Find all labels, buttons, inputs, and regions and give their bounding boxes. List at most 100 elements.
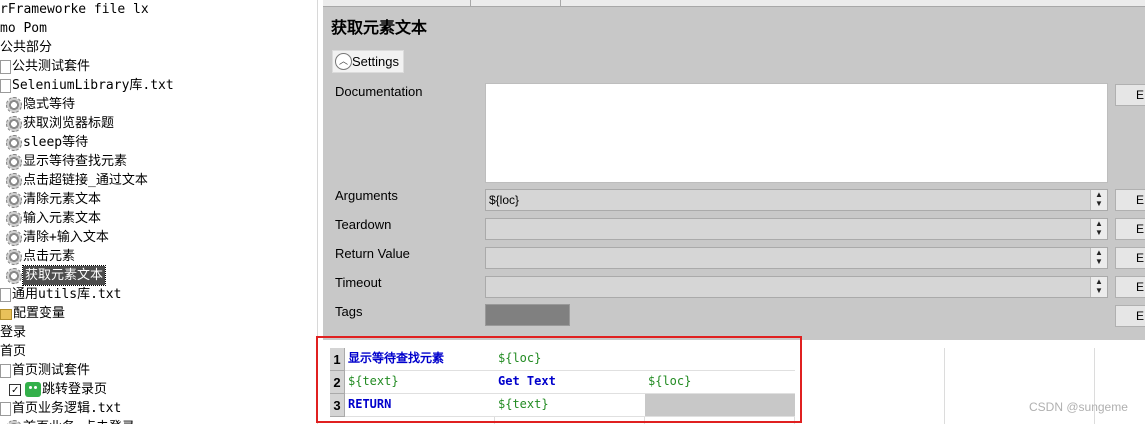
grid-cell[interactable]: ${text} [345,371,495,394]
keyword-steps-grid[interactable]: 1 显示等待查找元素 ${loc} 2 ${text} Get Text ${l… [323,340,1145,424]
file-icon [0,79,11,93]
tab-edit[interactable] [323,0,471,7]
tree-item[interactable]: 配置变量 [0,304,65,323]
tree-item[interactable]: 点击元素 [6,247,75,266]
tree-item[interactable]: 首页 [0,342,26,361]
tree-item[interactable]: mo Pom [0,19,47,38]
grid-cell[interactable]: Get Text [495,371,645,394]
tab-text-edit[interactable] [471,0,561,7]
checkbox-icon[interactable]: ✓ [9,384,21,396]
grid-cell[interactable]: ${loc} [645,371,795,394]
gear-icon [6,192,22,208]
tree-item[interactable]: 显示等待查找元素 [6,152,127,171]
gear-icon [6,116,22,132]
tree-item[interactable]: 首页测试套件 [0,361,90,380]
row-number[interactable]: 2 [330,371,345,394]
tree-item[interactable]: 隐式等待 [6,95,75,114]
tree-item-label: 公共部分 [0,40,53,55]
file-icon [0,364,11,378]
tree-item-label: 获取浏览器标题 [23,116,115,131]
arguments-edit-button[interactable]: E [1115,189,1145,211]
documentation-edit-button[interactable]: E [1115,84,1145,106]
tree-item-label: sleep等待 [23,135,89,150]
tree-item-label: 配置变量 [13,306,66,321]
file-icon [0,402,11,416]
return-value-label: Return Value [335,246,410,261]
gear-icon [6,173,22,189]
tags-edit-button[interactable]: E [1115,305,1145,327]
teardown-scroll-icon[interactable]: ▲ ▼ [1090,219,1107,239]
tree-item-label: 隐式等待 [23,97,76,112]
folder-icon [0,309,12,320]
tree-item[interactable]: 登录 [0,323,26,342]
grid-cell[interactable]: ${text} [495,394,645,417]
tree-item[interactable]: sleep等待 [6,133,88,152]
return-value-edit-button[interactable]: E [1115,247,1145,269]
tags-field[interactable] [485,304,570,326]
tree-item[interactable]: SeleniumLibrary库.txt [0,76,174,95]
tree-item[interactable]: 获取浏览器标题 [6,114,114,133]
settings-label: Settings [352,54,399,69]
gear-icon [6,249,22,265]
teardown-field[interactable]: ▲ ▼ [485,218,1108,240]
arguments-scroll-icon[interactable]: ▲ ▼ [1090,190,1107,210]
tree-item[interactable]: 点击超链接_通过文本 [6,171,148,190]
teardown-edit-button[interactable]: E [1115,218,1145,240]
arguments-field[interactable]: ${loc} ▲ ▼ [485,189,1108,211]
settings-toggle-button[interactable]: ︿ Settings [332,50,404,73]
tree-item[interactable]: 通用utils库.txt [0,285,121,304]
timeout-label: Timeout [335,275,382,290]
tree-item[interactable]: 公共测试套件 [0,57,90,76]
return-value-scroll-icon[interactable]: ▲ ▼ [1090,248,1107,268]
tree-item[interactable]: ✓ 跳转登录页 [0,380,107,399]
grid-cell[interactable]: RETURN [345,394,495,417]
tree-item-label: 点击超链接_通过文本 [23,173,148,188]
tree-item[interactable]: 输入元素文本 [6,209,101,228]
gear-icon [6,420,22,424]
tree-item-label: 首页测试套件 [12,363,91,378]
grid-cell[interactable]: 显示等待查找元素 [345,348,495,371]
teardown-label: Teardown [335,217,392,232]
project-tree[interactable]: rFrameworke file lx mo Pom 公共部分公共测试套件 Selen… [0,0,318,424]
row-number[interactable]: 3 [330,394,345,417]
watermark: CSDN @sungeme [1029,400,1128,414]
timeout-scroll-icon[interactable]: ▲ ▼ [1090,277,1107,297]
timeout-field[interactable]: ▲ ▼ [485,276,1108,298]
tree-item[interactable]: 首页业务_点击登录 [6,418,135,424]
tree-item-label: 公共测试套件 [12,59,91,74]
gear-icon [6,135,22,151]
tree-item[interactable]: 公共部分 [0,38,52,57]
documentation-label: Documentation [335,84,423,99]
timeout-edit-button[interactable]: E [1115,276,1145,298]
file-icon [0,60,11,74]
tags-label: Tags [335,304,363,319]
tree-item[interactable]: rFrameworke file lx [0,0,149,19]
gear-icon [6,230,22,246]
tree-item-label: 首页 [0,344,27,359]
gear-icon [6,97,22,113]
tree-item-label: 首页业务_点击登录 [23,418,135,424]
tree-item-label: SeleniumLibrary库.txt [12,78,174,93]
tree-item[interactable]: 获取元素文本 [6,265,107,286]
tab-strip[interactable] [323,0,1145,7]
row-number[interactable]: 1 [330,348,345,371]
tree-item[interactable]: 首页业务逻辑.txt [0,399,121,418]
tree-item[interactable]: 清除+输入文本 [6,228,109,247]
tree-item-label: 获取元素文本 [21,265,107,286]
gear-icon [6,211,22,227]
tree-item[interactable]: 清除元素文本 [6,190,101,209]
grid-cell[interactable]: ${loc} [495,348,645,371]
tree-item-label: 通用utils库.txt [12,287,122,302]
documentation-textarea[interactable] [485,83,1108,183]
return-value-field[interactable]: ▲ ▼ [485,247,1108,269]
arguments-label: Arguments [335,188,398,203]
tree-item-label: 首页业务逻辑.txt [12,401,122,416]
keyword-editor: 获取元素文本 ︿ Settings Documentation E Argumen… [323,0,1145,424]
keyword-title: 获取元素文本 [331,18,428,37]
collapse-icon: ︿ [335,53,352,71]
tree-item-label: 登录 [0,325,27,340]
grid-cell[interactable] [645,394,795,417]
grid-cell[interactable] [645,348,795,371]
tree-item-label: 跳转登录页 [42,382,108,397]
tree-item-label: rFrameworke file lx [0,2,149,17]
